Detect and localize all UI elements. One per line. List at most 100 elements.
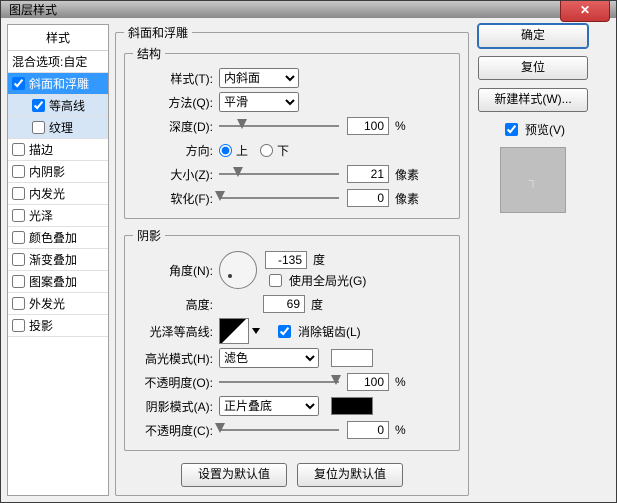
altitude-input[interactable]: 69 bbox=[263, 295, 305, 313]
shadow-color-swatch[interactable] bbox=[331, 397, 373, 415]
style-row-label: 等高线 bbox=[49, 97, 85, 114]
highlight-color-swatch[interactable] bbox=[331, 349, 373, 367]
style-row-checkbox[interactable] bbox=[12, 187, 25, 200]
style-list-header: 样式 bbox=[8, 25, 108, 51]
action-column: 确定 复位 新建样式(W)... 预览(V) ┐ bbox=[475, 24, 591, 496]
soften-input[interactable]: 0 bbox=[347, 189, 389, 207]
soften-slider[interactable] bbox=[219, 191, 339, 205]
style-row-label: 光泽 bbox=[29, 207, 53, 224]
style-row-checkbox[interactable] bbox=[12, 231, 25, 244]
preview-swatch: ┐ bbox=[500, 147, 566, 213]
structure-legend: 结构 bbox=[133, 45, 165, 62]
panel-title: 斜面和浮雕 bbox=[124, 24, 192, 41]
shadow-mode-label: 阴影模式(A): bbox=[133, 398, 219, 415]
style-row-checkbox[interactable] bbox=[12, 297, 25, 310]
close-icon: ✕ bbox=[580, 3, 590, 17]
style-row-checkbox[interactable] bbox=[12, 253, 25, 266]
shadow-mode-select[interactable]: 正片叠底 bbox=[219, 396, 319, 416]
window-close-button[interactable]: ✕ bbox=[560, 1, 610, 22]
titlebar: 图层样式 ✕ bbox=[1, 1, 616, 18]
highlight-opacity-input[interactable]: 100 bbox=[347, 373, 389, 391]
structure-group: 结构 样式(T): 内斜面 方法(Q): 平滑 深度 bbox=[124, 45, 460, 219]
style-row-label: 描边 bbox=[29, 141, 53, 158]
style-row[interactable]: 纹理 bbox=[8, 117, 108, 139]
style-label: 样式(T): bbox=[133, 70, 219, 87]
style-row-label: 颜色叠加 bbox=[29, 229, 77, 246]
direction-label: 方向: bbox=[133, 142, 219, 159]
highlight-mode-label: 高光模式(H): bbox=[133, 350, 219, 367]
size-unit: 像素 bbox=[395, 166, 419, 183]
altitude-label: 高度: bbox=[133, 296, 219, 313]
depth-unit: % bbox=[395, 119, 406, 133]
cancel-button[interactable]: 复位 bbox=[478, 56, 588, 80]
style-row-checkbox[interactable] bbox=[12, 77, 25, 90]
technique-label: 方法(Q): bbox=[133, 94, 219, 111]
depth-input[interactable]: 100 bbox=[347, 117, 389, 135]
style-row-checkbox[interactable] bbox=[12, 165, 25, 178]
angle-wheel[interactable] bbox=[219, 251, 257, 289]
preview-checkbox[interactable]: 预览(V) bbox=[501, 120, 565, 139]
highlight-mode-select[interactable]: 滤色 bbox=[219, 348, 319, 368]
style-row[interactable]: 图案叠加 bbox=[8, 271, 108, 293]
size-input[interactable]: 21 bbox=[347, 165, 389, 183]
preview-glyph: ┐ bbox=[529, 173, 538, 187]
depth-slider[interactable] bbox=[219, 119, 339, 133]
soften-label: 软化(F): bbox=[133, 190, 219, 207]
style-row-checkbox[interactable] bbox=[32, 121, 45, 134]
highlight-opacity-unit: % bbox=[395, 375, 406, 389]
style-select[interactable]: 内斜面 bbox=[219, 68, 299, 88]
style-row-label: 图案叠加 bbox=[29, 273, 77, 290]
blending-options-row[interactable]: 混合选项:自定 bbox=[8, 51, 108, 73]
reset-default-button[interactable]: 复位为默认值 bbox=[297, 463, 403, 487]
style-row-label: 内阴影 bbox=[29, 163, 65, 180]
style-row-checkbox[interactable] bbox=[32, 99, 45, 112]
antialias-checkbox[interactable]: 消除锯齿(L) bbox=[274, 322, 361, 341]
window-title: 图层样式 bbox=[1, 1, 57, 18]
blending-options-label: 混合选项:自定 bbox=[12, 53, 87, 70]
style-row-checkbox[interactable] bbox=[12, 209, 25, 222]
size-label: 大小(Z): bbox=[133, 166, 219, 183]
style-row[interactable]: 描边 bbox=[8, 139, 108, 161]
chevron-down-icon[interactable] bbox=[252, 328, 260, 334]
style-row[interactable]: 投影 bbox=[8, 315, 108, 337]
style-row-label: 渐变叠加 bbox=[29, 251, 77, 268]
style-row-checkbox[interactable] bbox=[12, 275, 25, 288]
size-slider[interactable] bbox=[219, 167, 339, 181]
style-row[interactable]: 光泽 bbox=[8, 205, 108, 227]
direction-up-radio[interactable]: 上 bbox=[219, 142, 248, 159]
style-row-checkbox[interactable] bbox=[12, 143, 25, 156]
style-row[interactable]: 斜面和浮雕 bbox=[8, 73, 108, 95]
global-light-checkbox[interactable]: 使用全局光(G) bbox=[265, 271, 366, 290]
style-row[interactable]: 渐变叠加 bbox=[8, 249, 108, 271]
gloss-contour-label: 光泽等高线: bbox=[133, 323, 219, 340]
depth-label: 深度(D): bbox=[133, 118, 219, 135]
style-row[interactable]: 内发光 bbox=[8, 183, 108, 205]
new-style-button[interactable]: 新建样式(W)... bbox=[478, 88, 588, 112]
shadow-opacity-unit: % bbox=[395, 423, 406, 437]
style-row-label: 内发光 bbox=[29, 185, 65, 202]
style-row-label: 外发光 bbox=[29, 295, 65, 312]
angle-unit: 度 bbox=[313, 251, 325, 268]
shadow-opacity-label: 不透明度(C): bbox=[133, 422, 219, 439]
style-row[interactable]: 外发光 bbox=[8, 293, 108, 315]
ok-button[interactable]: 确定 bbox=[478, 24, 588, 48]
direction-down-radio[interactable]: 下 bbox=[260, 142, 289, 159]
style-row-label: 纹理 bbox=[49, 119, 73, 136]
highlight-opacity-slider[interactable] bbox=[219, 375, 339, 389]
make-default-button[interactable]: 设置为默认值 bbox=[181, 463, 287, 487]
bevel-emboss-panel: 斜面和浮雕 结构 样式(T): 内斜面 方法(Q): 平滑 bbox=[115, 24, 469, 496]
style-row-checkbox[interactable] bbox=[12, 319, 25, 332]
highlight-opacity-label: 不透明度(O): bbox=[133, 374, 219, 391]
style-row[interactable]: 颜色叠加 bbox=[8, 227, 108, 249]
angle-input[interactable]: -135 bbox=[265, 251, 307, 269]
shadow-opacity-input[interactable]: 0 bbox=[347, 421, 389, 439]
shadow-opacity-slider[interactable] bbox=[219, 423, 339, 437]
angle-label: 角度(N): bbox=[133, 262, 219, 279]
soften-unit: 像素 bbox=[395, 190, 419, 207]
technique-select[interactable]: 平滑 bbox=[219, 92, 299, 112]
style-row[interactable]: 内阴影 bbox=[8, 161, 108, 183]
style-row[interactable]: 等高线 bbox=[8, 95, 108, 117]
style-row-label: 投影 bbox=[29, 317, 53, 334]
shading-legend: 阴影 bbox=[133, 227, 165, 244]
gloss-contour-picker[interactable] bbox=[219, 318, 249, 344]
